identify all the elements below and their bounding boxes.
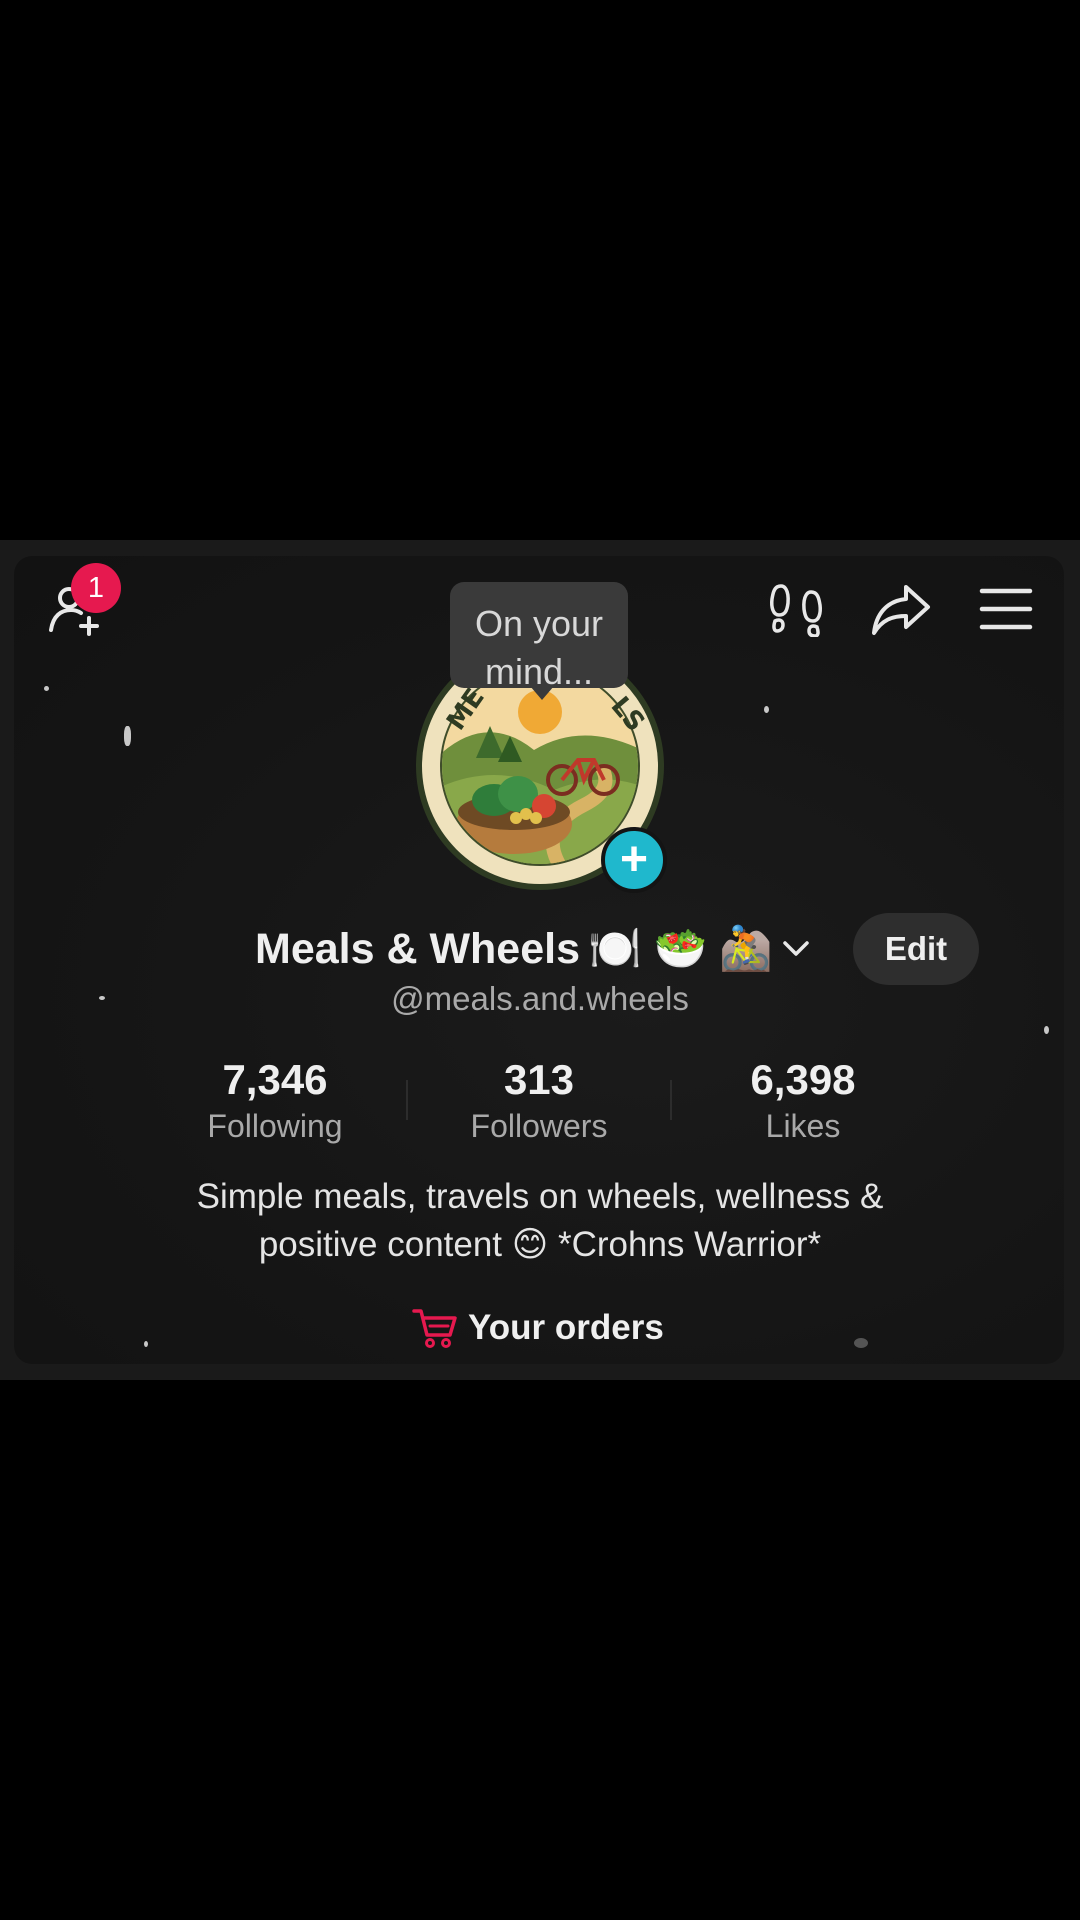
profile-stats: 7,346 Following 313 Followers 6,398 Like… — [0, 1055, 1080, 1155]
grain-speck — [854, 1338, 868, 1348]
grain-speck — [764, 706, 769, 713]
stat-label: Likes — [765, 1108, 841, 1144]
footprints-button[interactable] — [765, 578, 827, 640]
stat-label: Followers — [470, 1108, 608, 1144]
edit-profile-button[interactable]: Edit — [853, 913, 979, 985]
username: @meals.and.wheels — [391, 980, 689, 1017]
share-button[interactable] — [868, 578, 934, 640]
stat-divider — [406, 1080, 408, 1120]
stat-value: 7,346 — [222, 1056, 328, 1103]
stat-following[interactable]: 7,346 Following — [165, 1055, 385, 1147]
hamburger-menu-icon — [979, 588, 1033, 630]
grain-speck — [124, 726, 131, 746]
stat-divider — [670, 1080, 672, 1120]
stat-value: 6,398 — [750, 1056, 856, 1103]
chevron-down-icon[interactable] — [779, 932, 813, 966]
footprints-icon — [770, 584, 822, 637]
name-emojis: 🍽️ 🥗 🚵 — [588, 925, 773, 973]
stat-followers[interactable]: 313 Followers — [429, 1055, 649, 1147]
grain-speck — [144, 1341, 148, 1347]
notification-badge: 1 — [71, 563, 121, 613]
menu-button[interactable] — [975, 580, 1037, 638]
orders-label: Your orders — [468, 1308, 664, 1347]
your-orders-button[interactable]: Your orders — [412, 1300, 664, 1356]
shopping-cart-icon — [412, 1309, 457, 1348]
bio-line: Simple meals, travels on wheels, wellnes… — [196, 1177, 884, 1216]
stat-likes[interactable]: 6,398 Likes — [693, 1055, 913, 1147]
stat-label: Following — [207, 1108, 343, 1144]
grain-speck — [1044, 1026, 1049, 1034]
grain-speck — [44, 686, 49, 691]
profile-bio[interactable]: Simple meals, travels on wheels, wellnes… — [120, 1173, 960, 1269]
stat-value: 313 — [503, 1056, 575, 1103]
display-name: Meals & Wheels — [255, 924, 580, 973]
on-your-mind-tooltip[interactable]: On your mind... — [450, 582, 628, 692]
display-name-row[interactable]: Meals & Wheels 🍽️ 🥗 🚵 — [255, 918, 813, 980]
add-story-button[interactable]: + — [601, 827, 667, 893]
share-arrow-icon — [872, 585, 930, 635]
bio-line: positive content 😊 *Crohns Warrior* — [258, 1225, 822, 1264]
tooltip-tail — [530, 686, 554, 700]
